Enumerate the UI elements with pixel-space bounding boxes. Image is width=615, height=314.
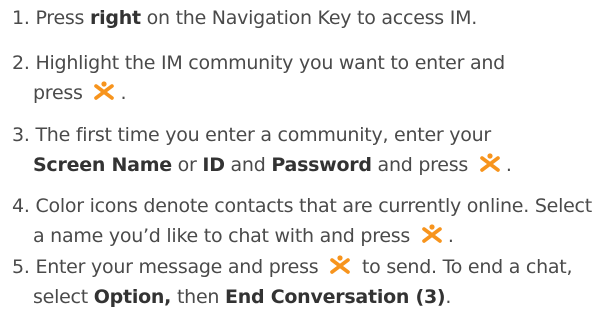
text-run: Highlight the IM community you want to e… [35, 52, 505, 74]
step-line-2: select Option, then End Conversation (3)… [12, 282, 612, 312]
text-run: . [120, 82, 127, 104]
text-run: Press [35, 7, 90, 29]
step-2: 2. Highlight the IM community you want t… [12, 48, 612, 108]
text-run: then [171, 286, 225, 308]
text-run: to send. To end a chat, [356, 256, 573, 278]
text-run: The first time you enter a community, en… [35, 124, 491, 146]
text-run: Enter your message and press [35, 256, 325, 278]
step-line-2: press . [12, 78, 612, 108]
text-run: and [224, 154, 272, 176]
step-line-1: 1. Press right on the Navigation Key to … [12, 3, 612, 33]
step-number: 2. [12, 52, 30, 74]
step-1: 1. Press right on the Navigation Key to … [12, 3, 612, 33]
step-4: 4. Color icons denote contacts that are … [12, 191, 612, 251]
emphasized-term: End Conversation (3) [224, 286, 446, 308]
ok-key-icon [329, 255, 351, 277]
text-run: or [171, 154, 203, 176]
step-number: 1. [12, 7, 30, 29]
step-line-2: Screen Name or ID and Password and press… [12, 150, 612, 180]
step-text: Highlight the IM community you want to e… [35, 52, 505, 74]
step-text: Enter your message and press to send. To… [35, 255, 573, 278]
ok-key-icon [421, 224, 443, 246]
text-run: a name you’d like to chat with and press [33, 225, 416, 247]
step-text: Press right on the Navigation Key to acc… [35, 7, 477, 29]
step-line-1: 2. Highlight the IM community you want t… [12, 48, 612, 78]
emphasized-term: Option, [93, 286, 172, 308]
text-run: . [505, 154, 512, 176]
step-line-2: a name you’d like to chat with and press… [12, 221, 612, 251]
text-run: and press [371, 154, 474, 176]
emphasized-term: right [89, 7, 141, 29]
text-run: . [445, 286, 452, 308]
text-run: . [447, 225, 454, 247]
ok-key-icon [93, 81, 115, 103]
step-line-1: 3. The first time you enter a community,… [12, 120, 612, 150]
step-number: 3. [12, 124, 30, 146]
emphasized-term: ID [202, 154, 225, 176]
text-run: Color icons denote contacts that are cur… [35, 195, 592, 217]
emphasized-term: Password [271, 154, 372, 176]
step-text: The first time you enter a community, en… [35, 124, 491, 146]
ok-key-icon [479, 153, 501, 175]
step-text: Color icons denote contacts that are cur… [35, 195, 592, 217]
text-run: on the Navigation Key to access IM. [140, 7, 478, 29]
step-number: 5. [12, 256, 30, 278]
step-line-1: 4. Color icons denote contacts that are … [12, 191, 612, 221]
step-line-1: 5. Enter your message and press to send.… [12, 252, 612, 282]
step-number: 4. [12, 195, 30, 217]
step-3: 3. The first time you enter a community,… [12, 120, 612, 180]
step-5: 5. Enter your message and press to send.… [12, 252, 612, 312]
text-run: select [33, 286, 94, 308]
text-run: press [33, 82, 89, 104]
emphasized-term: Screen Name [33, 154, 172, 176]
